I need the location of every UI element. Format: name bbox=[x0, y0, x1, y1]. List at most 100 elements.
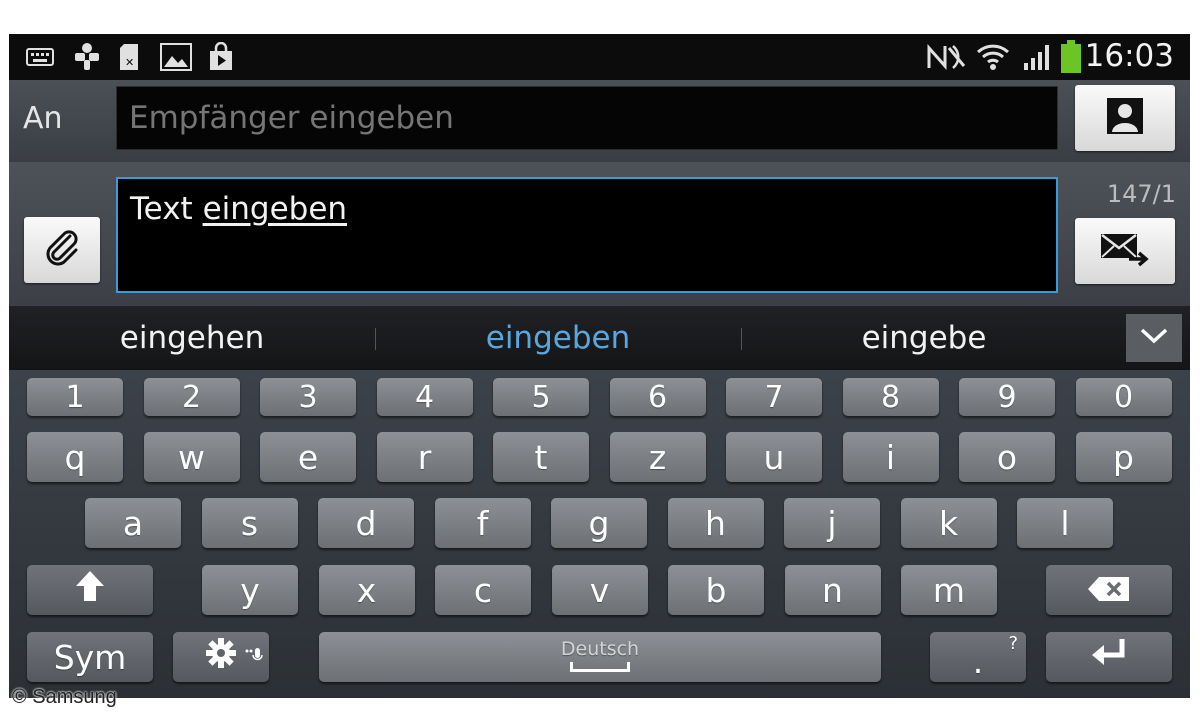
key-b[interactable]: b bbox=[668, 565, 764, 615]
chevron-down-icon bbox=[1138, 326, 1170, 350]
key-p[interactable]: p bbox=[1075, 432, 1172, 482]
key-label: 1 bbox=[65, 379, 85, 415]
key-m[interactable]: m bbox=[901, 565, 997, 615]
recipient-input[interactable] bbox=[116, 86, 1058, 150]
key-8[interactable]: 8 bbox=[842, 378, 939, 416]
key-label: h bbox=[705, 503, 726, 543]
settings-key[interactable] bbox=[173, 632, 269, 682]
key-label: v bbox=[589, 570, 610, 610]
message-input[interactable]: Text eingeben bbox=[116, 177, 1058, 293]
collapse-suggestions-button[interactable] bbox=[1126, 314, 1182, 362]
suggestion-item[interactable]: eingebe bbox=[741, 306, 1107, 370]
status-time: 16:03 bbox=[1084, 38, 1174, 74]
key-label: y bbox=[240, 570, 260, 610]
attach-button[interactable] bbox=[24, 217, 100, 283]
enter-icon bbox=[1088, 637, 1130, 677]
key-w[interactable]: w bbox=[143, 432, 240, 482]
key-z[interactable]: z bbox=[609, 432, 706, 482]
key-y[interactable]: y bbox=[202, 565, 298, 615]
period-label: . bbox=[972, 641, 984, 681]
enter-key[interactable] bbox=[1046, 632, 1172, 682]
key-label: j bbox=[827, 503, 837, 543]
key-4[interactable]: 4 bbox=[376, 378, 473, 416]
key-label: c bbox=[473, 570, 493, 610]
contact-icon bbox=[1105, 96, 1145, 140]
key-c[interactable]: c bbox=[435, 565, 531, 615]
key-e[interactable]: e bbox=[260, 432, 356, 482]
key-label: a bbox=[122, 503, 144, 543]
key-n[interactable]: n bbox=[784, 565, 881, 615]
suggestion-item[interactable]: eingehen bbox=[9, 306, 375, 370]
space-key[interactable]: Deutsch bbox=[319, 632, 881, 682]
phone-screen: ✕ 16:03 An Empfänger eingeben Text einge… bbox=[9, 34, 1190, 698]
key-7[interactable]: 7 bbox=[726, 378, 822, 416]
period-key[interactable]: . ? bbox=[930, 632, 1026, 682]
play-store-icon bbox=[205, 41, 237, 73]
key-u[interactable]: u bbox=[726, 432, 822, 482]
key-x[interactable]: x bbox=[318, 565, 415, 615]
nfc-icon bbox=[925, 41, 969, 73]
sd-card-icon: ✕ bbox=[116, 41, 146, 73]
key-label: 5 bbox=[531, 379, 551, 415]
key-j[interactable]: j bbox=[784, 498, 880, 548]
key-label: z bbox=[648, 437, 667, 477]
key-f[interactable]: f bbox=[434, 498, 531, 548]
backspace-key[interactable] bbox=[1046, 565, 1172, 615]
watermark: © Samsung bbox=[12, 686, 117, 708]
key-0[interactable]: 0 bbox=[1075, 378, 1172, 416]
space-language-label: Deutsch bbox=[560, 638, 640, 660]
key-o[interactable]: o bbox=[959, 432, 1055, 482]
key-t[interactable]: t bbox=[493, 432, 589, 482]
key-label: x bbox=[356, 570, 377, 610]
key-6[interactable]: 6 bbox=[609, 378, 706, 416]
send-button[interactable] bbox=[1075, 218, 1175, 284]
period-extra-label: ? bbox=[1008, 633, 1018, 654]
key-a[interactable]: a bbox=[85, 498, 181, 548]
key-label: s bbox=[240, 503, 259, 543]
key-l[interactable]: l bbox=[1017, 498, 1113, 548]
key-label: 9 bbox=[997, 379, 1017, 415]
key-label: m bbox=[932, 570, 966, 610]
message-row: Text eingeben 147/1 bbox=[9, 162, 1190, 306]
key-h[interactable]: h bbox=[667, 498, 764, 548]
space-bar-icon bbox=[570, 662, 630, 672]
suggestion-item-selected[interactable]: eingeben bbox=[375, 306, 741, 370]
to-label: An bbox=[23, 101, 63, 136]
keyboard-icon bbox=[25, 41, 55, 73]
key-label: e bbox=[297, 437, 319, 477]
key-label: 0 bbox=[1113, 379, 1134, 415]
contacts-button[interactable] bbox=[1075, 85, 1175, 151]
key-3[interactable]: 3 bbox=[260, 378, 356, 416]
key-label: u bbox=[763, 437, 785, 477]
key-label: w bbox=[178, 437, 205, 477]
paperclip-icon bbox=[42, 228, 82, 272]
sym-key[interactable]: Sym bbox=[27, 632, 153, 682]
key-label: 4 bbox=[414, 379, 435, 415]
usb-debug-icon bbox=[71, 41, 103, 73]
mic-icon bbox=[245, 634, 263, 673]
key-q[interactable]: q bbox=[27, 432, 123, 482]
key-label: n bbox=[822, 570, 843, 610]
gear-icon bbox=[204, 636, 238, 678]
key-r[interactable]: r bbox=[376, 432, 473, 482]
svg-text:✕: ✕ bbox=[125, 56, 134, 69]
key-label: k bbox=[938, 503, 959, 543]
key-k[interactable]: k bbox=[900, 498, 997, 548]
key-label: g bbox=[588, 503, 610, 543]
shift-key[interactable] bbox=[27, 565, 153, 615]
key-d[interactable]: d bbox=[318, 498, 414, 548]
key-2[interactable]: 2 bbox=[143, 378, 240, 416]
sym-label: Sym bbox=[53, 637, 127, 677]
key-label: 6 bbox=[647, 379, 668, 415]
key-label: o bbox=[996, 437, 1018, 477]
key-label: t bbox=[534, 437, 548, 477]
key-g[interactable]: g bbox=[551, 498, 647, 548]
key-5[interactable]: 5 bbox=[493, 378, 589, 416]
key-label: b bbox=[705, 570, 727, 610]
key-v[interactable]: v bbox=[551, 565, 648, 615]
key-label: l bbox=[1060, 503, 1070, 543]
key-9[interactable]: 9 bbox=[959, 378, 1055, 416]
key-i[interactable]: i bbox=[842, 432, 939, 482]
key-s[interactable]: s bbox=[201, 498, 298, 548]
key-1[interactable]: 1 bbox=[27, 378, 123, 416]
